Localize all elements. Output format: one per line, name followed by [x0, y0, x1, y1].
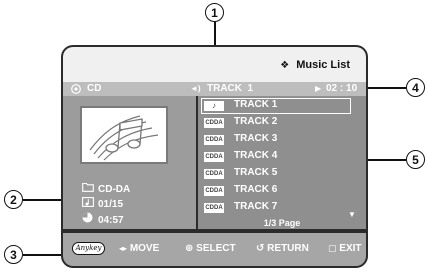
osd-screen: ❖ Music List CD ◄) TRACK 1 ▶ 02 : 10 CD-… [61, 45, 368, 268]
disc-info-panel: CD-DA 01/15 04:57 [63, 96, 196, 229]
move-hint: ◂▸ MOVE [119, 243, 159, 254]
elapsed-time: 02 : 10 [326, 83, 358, 94]
current-track: TRACK 1 [207, 83, 254, 94]
track-item-4[interactable]: CDDA TRACK 4 [201, 149, 351, 165]
speaker-icon: ◄) [190, 84, 201, 93]
track-item-3[interactable]: CDDA TRACK 3 [201, 132, 351, 148]
track-item-7[interactable]: CDDA TRACK 7 [201, 200, 351, 216]
return-icon: ↺ [256, 243, 265, 254]
total-time-label: 04:57 [98, 215, 124, 226]
track-name: TRACK 7 [234, 201, 278, 212]
return-label: RETURN [267, 243, 309, 254]
track-item-1[interactable]: ♪ TRACK 1 [201, 98, 351, 114]
return-hint: ↺ RETURN [256, 243, 309, 254]
music-notes-artwork [80, 106, 168, 164]
select-icon: ⊕ [185, 243, 194, 254]
folder-icon [82, 182, 98, 195]
track-list-panel: ♪ TRACK 1 CDDA TRACK 2 CDDA TRACK 3 CDDA… [198, 96, 366, 229]
track-name: TRACK 4 [234, 150, 278, 161]
disc-label: CD [87, 83, 102, 94]
track-item-2[interactable]: CDDA TRACK 2 [201, 115, 351, 131]
select-hint: ⊕ SELECT [185, 243, 236, 254]
cdda-badge: CDDA [204, 135, 224, 145]
track-name: TRACK 3 [234, 133, 278, 144]
music-list-title: ❖ Music List [280, 59, 350, 71]
cdda-badge: CDDA [204, 203, 224, 213]
cdda-badge: CDDA [204, 118, 224, 128]
track-name: TRACK 6 [234, 184, 278, 195]
anykey-button[interactable]: Anykey [72, 242, 105, 255]
track-name: TRACK 1 [234, 99, 278, 110]
move-arrows-icon: ◂▸ [119, 244, 128, 253]
callout-2: 2 [4, 190, 23, 209]
disc-type-label: CD-DA [98, 184, 131, 195]
exit-icon: ▢ [328, 243, 337, 253]
track-name: TRACK 5 [234, 167, 278, 178]
callout-3: 3 [4, 245, 23, 264]
exit-hint: ▢ EXIT [328, 243, 362, 254]
callout-5: 5 [406, 150, 425, 169]
select-label: SELECT [196, 243, 236, 254]
total-time: 04:57 [82, 212, 124, 226]
page-indicator: 1/3 Page [263, 218, 301, 228]
callout-1: 1 [205, 3, 224, 22]
music-list-icon: ❖ [280, 60, 290, 71]
track-item-5[interactable]: CDDA TRACK 5 [201, 166, 351, 182]
button-guide-bar: Anykey ◂▸ MOVE ⊕ SELECT ↺ RETURN ▢ EXIT [63, 233, 366, 266]
title-bar: ❖ Music List [63, 47, 366, 82]
clock-icon [82, 212, 98, 226]
exit-label: EXIT [339, 243, 362, 254]
move-label: MOVE [129, 243, 160, 254]
cdda-badge: CDDA [204, 169, 224, 179]
track-name: TRACK 2 [234, 116, 278, 127]
cdda-badge: CDDA [204, 186, 224, 196]
status-bar: CD ◄) TRACK 1 ▶ 02 : 10 [63, 82, 366, 96]
track-item-6[interactable]: CDDA TRACK 6 [201, 183, 351, 199]
cdda-badge: CDDA [204, 152, 224, 162]
callout-4: 4 [406, 78, 425, 97]
play-icon: ▶ [315, 84, 322, 93]
disc-type: CD-DA [82, 182, 130, 195]
music-list-label: Music List [296, 59, 350, 71]
track-count-label: 01/15 [98, 199, 124, 210]
music-note-badge-icon: ♪ [204, 101, 224, 111]
track-count: 01/15 [82, 197, 123, 210]
music-note-icon [82, 197, 98, 210]
